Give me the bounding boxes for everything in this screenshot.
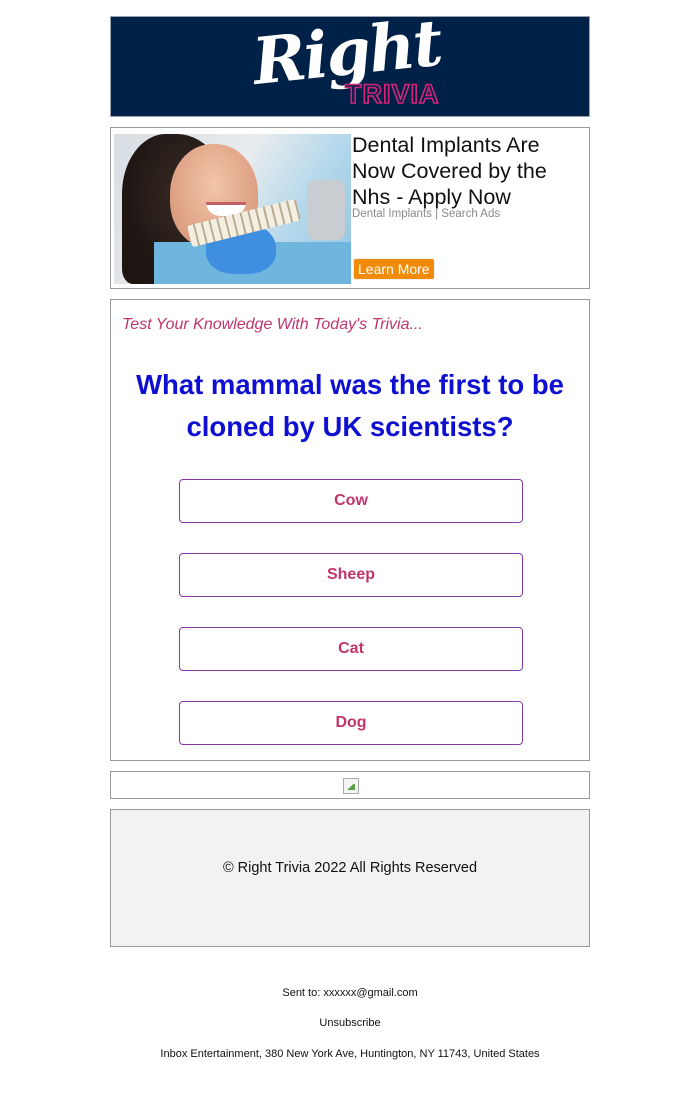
image-strip [110, 771, 590, 799]
sent-to-email: xxxxxx@gmail.com [323, 987, 418, 999]
trivia-panel: Test Your Knowledge With Today's Trivia.… [110, 299, 590, 761]
sent-to-line: Sent to: xxxxxx@gmail.com [0, 987, 700, 999]
learn-more-button[interactable]: Learn More [353, 258, 435, 280]
sent-to-label: Sent to: [282, 987, 324, 999]
footer-box: © Right Trivia 2022 All Rights Reserved [110, 809, 590, 947]
broken-image-icon[interactable] [343, 778, 359, 794]
trivia-question: What mammal was the first to be cloned b… [136, 369, 564, 442]
answer-button-cat[interactable]: Cat [179, 627, 523, 671]
trivia-kicker: Test Your Knowledge With Today's Trivia.… [122, 316, 423, 333]
unsubscribe-link[interactable]: Unsubscribe [0, 1017, 700, 1029]
company-address: Inbox Entertainment, 380 New York Ave, H… [160, 1048, 540, 1060]
answer-button-cow[interactable]: Cow [179, 479, 523, 523]
ad-headline[interactable]: Dental Implants Are Now Covered by the N… [352, 132, 588, 210]
answer-button-dog[interactable]: Dog [179, 701, 523, 745]
logo-sub: TRIVIA [344, 78, 440, 110]
dental-patient-photo[interactable] [114, 134, 351, 284]
right-trivia-logo[interactable]: Right TRIVIA [111, 6, 589, 116]
answer-button-sheep[interactable]: Sheep [179, 553, 523, 597]
header-banner: Right TRIVIA [110, 6, 590, 117]
ad-source: Dental Implants | Search Ads [352, 208, 501, 220]
copyright-text: © Right Trivia 2022 All Rights Reserved [222, 860, 478, 876]
sponsored-ad: Dental Implants Are Now Covered by the N… [110, 127, 590, 289]
